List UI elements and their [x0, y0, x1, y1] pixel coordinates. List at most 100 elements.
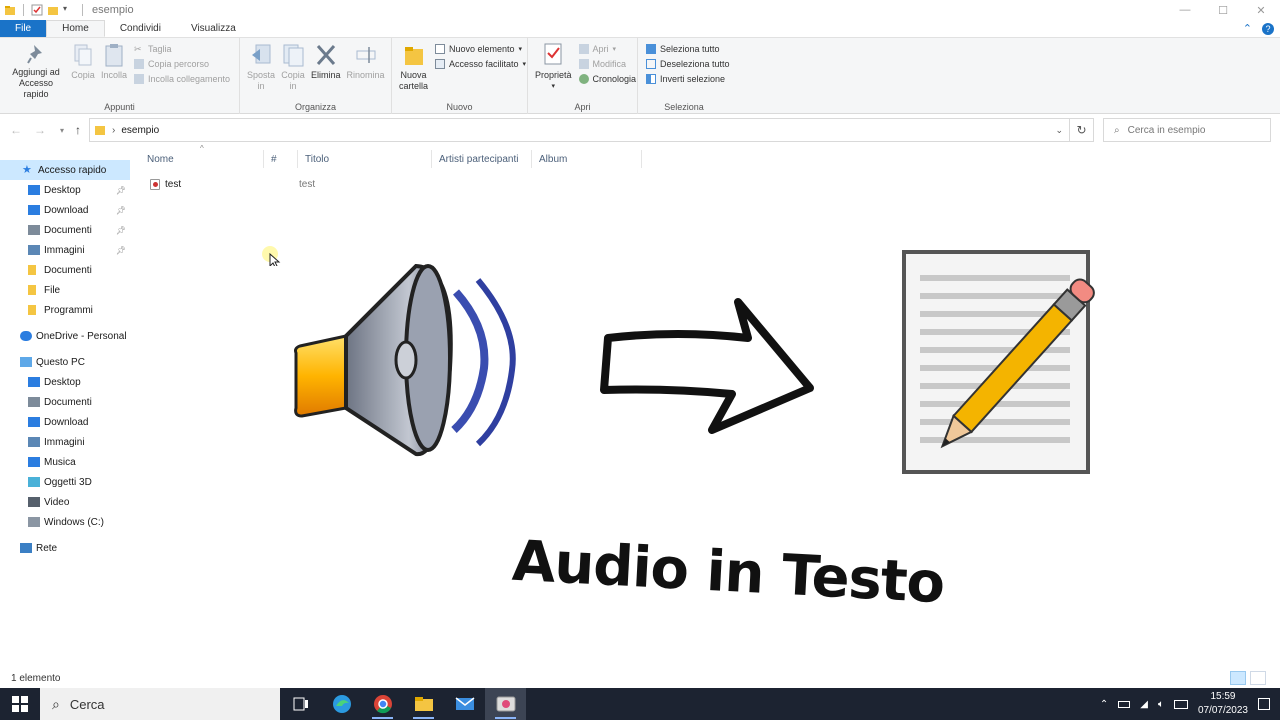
- sidebar-item[interactable]: Desktop: [0, 372, 130, 392]
- new-item-button[interactable]: Nuovo elemento ▾: [435, 44, 526, 54]
- nav-quick-access[interactable]: ★ Accesso rapido: [0, 160, 130, 180]
- back-arrow-icon[interactable]: ←: [4, 123, 28, 137]
- status-bar: 1 elemento: [0, 668, 1280, 688]
- copy-path-label: Copia percorso: [148, 59, 210, 69]
- speaker-volume-icon[interactable]: 🔈︎: [1158, 699, 1164, 710]
- copy-path-button[interactable]: Copia percorso: [134, 59, 230, 69]
- nav-this-pc[interactable]: Questo PC: [0, 352, 130, 372]
- sidebar-item[interactable]: Download 📌︎: [0, 200, 130, 220]
- sidebar-item[interactable]: Documenti: [0, 392, 130, 412]
- new-folder-icon[interactable]: [47, 4, 59, 16]
- clock[interactable]: 15:59 07/07/2023: [1198, 690, 1248, 718]
- taskbar-search-input[interactable]: ⌕ Cerca: [40, 688, 280, 720]
- properties-button[interactable]: Proprietà ▾: [532, 42, 575, 100]
- forward-arrow-icon[interactable]: →: [28, 123, 52, 137]
- 3d-objects-icon: [28, 477, 40, 487]
- sidebar-item[interactable]: Windows (C:): [0, 512, 130, 532]
- pin-quick-access-button[interactable]: Aggiungi ad Accesso rapido: [4, 42, 68, 100]
- sidebar-item[interactable]: Programmi: [0, 300, 130, 320]
- copy-button[interactable]: Copia: [68, 42, 98, 100]
- select-group-label: Seleziona: [664, 102, 704, 112]
- address-bar[interactable]: › esempio ⌄: [89, 118, 1070, 142]
- select-none-button[interactable]: Deseleziona tutto: [646, 59, 730, 69]
- pin-icon[interactable]: 📌︎: [116, 226, 126, 235]
- sidebar-item-label: Programmi: [44, 304, 93, 316]
- task-view-icon[interactable]: [280, 688, 321, 720]
- edge-browser-icon[interactable]: [321, 688, 362, 720]
- sidebar-item[interactable]: Immagini 📌︎: [0, 240, 130, 260]
- nav-onedrive[interactable]: OneDrive - Personal: [0, 326, 130, 346]
- invert-selection-button[interactable]: Inverti selezione: [646, 74, 730, 84]
- paste-button[interactable]: Incolla: [98, 42, 130, 100]
- copy-path-icon: [134, 59, 145, 69]
- close-button[interactable]: ✕: [1242, 0, 1280, 20]
- file-explorer-icon[interactable]: [403, 688, 444, 720]
- nav-network[interactable]: Rete: [0, 538, 130, 558]
- column-header-artists[interactable]: Artisti partecipanti: [432, 150, 532, 168]
- sidebar-item[interactable]: File: [0, 280, 130, 300]
- easy-access-icon: [435, 59, 445, 69]
- keyboard-icon[interactable]: [1173, 699, 1188, 709]
- open-button[interactable]: Apri ▾: [578, 44, 637, 54]
- large-icons-view-icon[interactable]: [1250, 671, 1266, 685]
- select-all-button[interactable]: Seleziona tutto: [646, 44, 730, 54]
- breadcrumb-esempio[interactable]: esempio: [121, 125, 159, 136]
- notifications-icon[interactable]: [1258, 698, 1270, 710]
- chrome-browser-icon[interactable]: [362, 688, 403, 720]
- cut-button[interactable]: ✂ Taglia: [134, 44, 230, 54]
- minimize-button[interactable]: —: [1166, 0, 1204, 20]
- delete-button[interactable]: Elimina: [308, 42, 344, 100]
- properties-icon[interactable]: [31, 4, 43, 16]
- move-to-button[interactable]: Sposta in: [244, 42, 278, 100]
- history-button[interactable]: Cronologia: [578, 74, 636, 84]
- select-none-label: Deseleziona tutto: [660, 59, 730, 69]
- search-input[interactable]: ⌕ Cerca in esempio: [1103, 118, 1271, 142]
- collapse-ribbon-icon[interactable]: ⌃: [1243, 22, 1252, 35]
- sidebar-item[interactable]: Desktop 📌︎: [0, 180, 130, 200]
- tab-file[interactable]: File: [0, 20, 47, 37]
- nav-this-pc-label: Questo PC: [36, 356, 85, 368]
- sidebar-item[interactable]: Musica: [0, 452, 130, 472]
- edit-button[interactable]: Modifica: [578, 59, 637, 69]
- mail-icon[interactable]: [444, 688, 485, 720]
- maximize-button[interactable]: ☐: [1204, 0, 1242, 20]
- refresh-icon[interactable]: ↻: [1070, 118, 1094, 142]
- file-row[interactable]: test test: [140, 176, 315, 192]
- copy-to-button[interactable]: Copia in: [278, 42, 308, 100]
- new-folder-button[interactable]: Nuova cartella: [396, 42, 431, 100]
- customize-toolbar-icon[interactable]: ▾: [63, 4, 75, 16]
- tab-view[interactable]: Visualizza: [176, 20, 251, 37]
- tab-home[interactable]: Home: [46, 20, 105, 37]
- column-header-album[interactable]: Album: [532, 150, 642, 168]
- details-view-icon[interactable]: [1230, 671, 1246, 685]
- help-icon[interactable]: ?: [1262, 22, 1274, 35]
- chevron-up-icon[interactable]: ⌃: [1100, 699, 1108, 710]
- sidebar-item[interactable]: Documenti 📌︎: [0, 220, 130, 240]
- column-header-number[interactable]: #: [264, 150, 298, 168]
- sidebar-item[interactable]: Documenti: [0, 260, 130, 280]
- sidebar-item[interactable]: Oggetti 3D: [0, 472, 130, 492]
- windows-start-icon[interactable]: [0, 688, 40, 720]
- sidebar-item[interactable]: Download: [0, 412, 130, 432]
- recording-app-icon[interactable]: [485, 688, 526, 720]
- pin-icon[interactable]: 📌︎: [116, 206, 126, 215]
- tab-share[interactable]: Condividi: [105, 20, 176, 37]
- paste-shortcut-button[interactable]: Incolla collegamento: [134, 74, 230, 84]
- sidebar-item[interactable]: Video: [0, 492, 130, 512]
- chevron-down-icon[interactable]: ⌄: [1055, 125, 1063, 136]
- up-arrow-icon[interactable]: ↑: [66, 123, 90, 137]
- audio-file-icon: [150, 178, 160, 190]
- pin-icon[interactable]: 📌︎: [116, 186, 126, 195]
- sidebar-item-label: Immagini: [44, 436, 85, 448]
- column-header-name[interactable]: Nome ^: [140, 144, 264, 168]
- wifi-icon[interactable]: ◢: [1140, 699, 1148, 710]
- clock-time: 15:59: [1210, 691, 1236, 702]
- sidebar-item-label: Desktop: [44, 184, 81, 196]
- sidebar-item[interactable]: Immagini: [0, 432, 130, 452]
- rename-button[interactable]: Rinomina: [344, 42, 388, 100]
- easy-access-button[interactable]: Accesso facilitato ▾: [435, 59, 526, 69]
- pin-icon[interactable]: 📌︎: [116, 246, 126, 255]
- column-header-title[interactable]: Titolo: [298, 150, 432, 168]
- battery-icon[interactable]: [1118, 700, 1131, 708]
- document-pencil-icon: [900, 240, 1140, 480]
